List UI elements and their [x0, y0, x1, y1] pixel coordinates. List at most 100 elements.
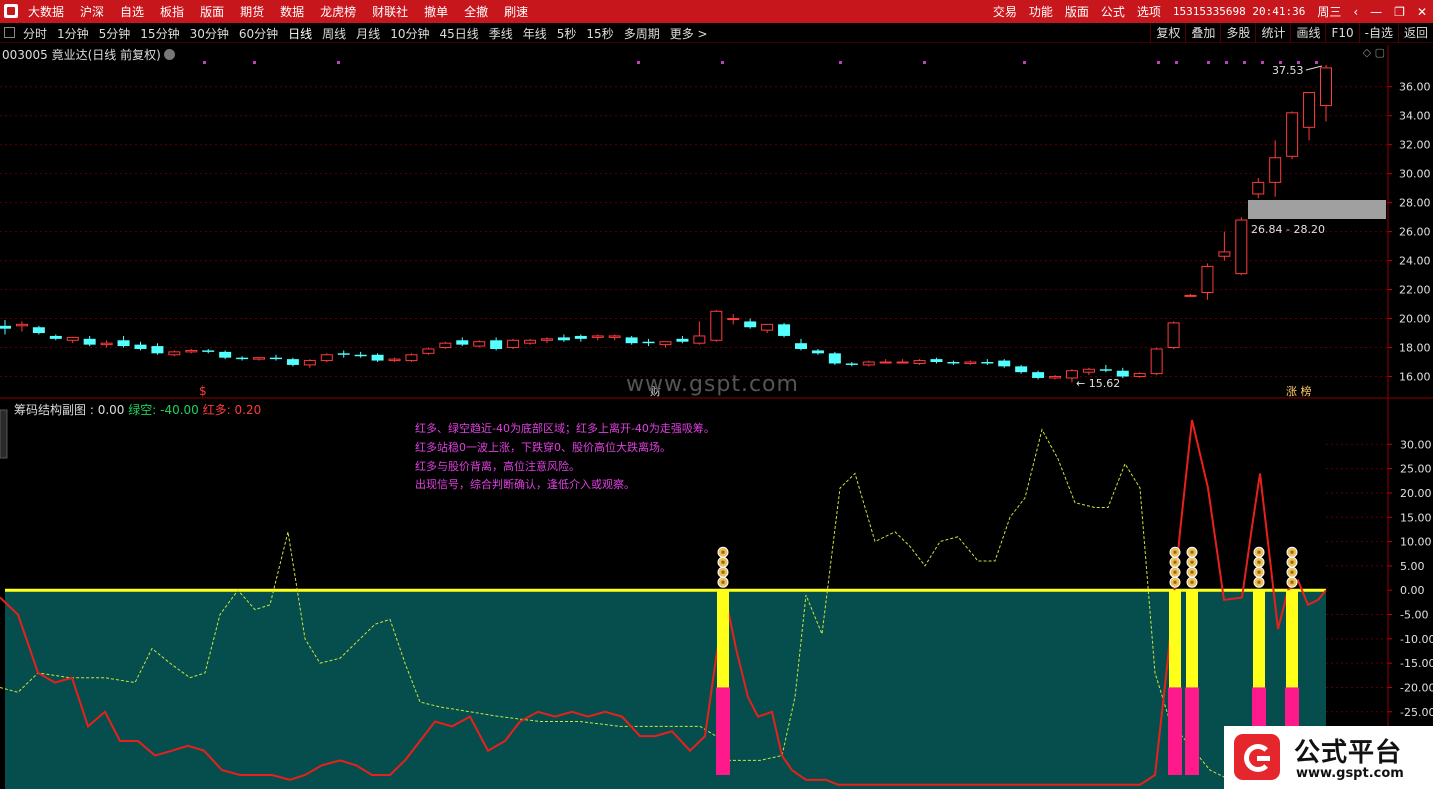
- money-bag-icon: [721, 570, 725, 574]
- money-bag-icon: [1190, 560, 1194, 564]
- candle-body: [83, 338, 96, 345]
- candle-body: [134, 344, 147, 349]
- watermark-text: www.gspt.com: [626, 372, 799, 397]
- candle-body: [998, 360, 1011, 367]
- candle-body: [1133, 373, 1146, 378]
- ind-tick-label: -20.00: [1400, 681, 1433, 694]
- high-price-label: 37.53: [1272, 64, 1304, 77]
- candle-body: [320, 354, 333, 362]
- brand-logo-icon: [1234, 734, 1280, 780]
- signal-bar-magenta: [716, 687, 730, 775]
- ind-tick-label: 30.00: [1400, 438, 1432, 451]
- candle-body: [337, 353, 350, 355]
- candle-body: [219, 351, 232, 358]
- candle-body: [879, 361, 892, 364]
- tag-mark: 涨 榜: [1286, 384, 1312, 398]
- signal-bar-magenta: [1168, 687, 1182, 775]
- candle-body: [1049, 376, 1062, 379]
- ind-tick-label: -5.00: [1400, 609, 1428, 622]
- brand-badge: 公式平台 www.gspt.com: [1224, 726, 1433, 789]
- candle-body: [49, 335, 62, 339]
- signal-bar-magenta: [1185, 687, 1199, 775]
- price-tick-label: 16.00: [1399, 371, 1431, 384]
- candle-body: [202, 350, 215, 352]
- candle-body: [507, 339, 520, 349]
- candle-body: [456, 340, 469, 345]
- candle-body: [1269, 157, 1282, 183]
- money-bag-icon: [1257, 560, 1261, 564]
- brand-url: www.gspt.com: [1296, 766, 1404, 781]
- note-2: 红多站稳0一波上涨，下跌穿0、股价高位大跌离场。: [415, 441, 671, 454]
- candle-body: [778, 324, 791, 336]
- candle-body: [1082, 368, 1095, 373]
- candle-body: [1015, 366, 1028, 373]
- note-1: 红多、绿空趋近-40为底部区域；红多上离开-40为走强吸筹。: [415, 422, 715, 435]
- ind-tick-label: 10.00: [1400, 536, 1432, 549]
- candle-body: [1218, 251, 1231, 257]
- money-bag-icon: [1173, 560, 1177, 564]
- event-mark: [923, 61, 926, 64]
- red-label: 红多: [202, 403, 227, 417]
- money-bag-icon: [1290, 560, 1294, 564]
- event-mark: [253, 61, 256, 64]
- candle-body: [0, 325, 11, 329]
- event-mark: [1225, 61, 1228, 64]
- candle-body: [710, 310, 723, 341]
- money-bag-icon: [1173, 570, 1177, 574]
- candle-body: [761, 323, 774, 331]
- price-tick-label: 18.00: [1399, 342, 1431, 355]
- candle-body: [557, 337, 570, 341]
- candle-body: [794, 343, 807, 349]
- event-mark: [1243, 61, 1246, 64]
- candle-body: [727, 318, 740, 321]
- candle-body: [608, 335, 621, 338]
- candle-body: [405, 354, 418, 362]
- candle-body: [1099, 369, 1112, 371]
- candle-body: [642, 341, 655, 344]
- price-zone-bar: [1248, 200, 1386, 219]
- candle-body: [947, 362, 960, 364]
- candle-body: [693, 335, 706, 344]
- price-tick-label: 28.00: [1399, 197, 1431, 210]
- candle-body: [1320, 67, 1332, 107]
- panel-handle: [0, 409, 8, 459]
- money-bag-icon: [1257, 580, 1261, 584]
- ind-tick-label: 15.00: [1400, 511, 1432, 524]
- candle-body: [490, 340, 503, 349]
- candle-body: [625, 337, 638, 344]
- candle-body: [1201, 265, 1214, 293]
- candle-body: [1286, 112, 1299, 157]
- price-tick-label: 36.00: [1399, 81, 1431, 94]
- candle-body: [828, 353, 841, 364]
- price-tick-label: 34.00: [1399, 110, 1431, 123]
- note-3: 红多与股价背离，高位注意风险。: [415, 460, 580, 473]
- money-bag-icon: [1173, 550, 1177, 554]
- candle-body: [151, 346, 164, 354]
- event-mark: [721, 61, 724, 64]
- ind-tick-label: 5.00: [1400, 560, 1425, 573]
- note-4: 出现信号，综合判断确认，逢低介入或观察。: [415, 478, 635, 491]
- candle-body: [15, 323, 28, 327]
- candle-body: [981, 362, 994, 364]
- indicator-legend: 筹码结构副图 : 0.00 绿空: -40.00 红多: 0.20: [14, 401, 261, 418]
- price-tick-label: 26.00: [1399, 226, 1431, 239]
- candle-body: [32, 327, 45, 334]
- ind-tick-label: 25.00: [1400, 463, 1432, 476]
- candle-body: [1184, 294, 1197, 297]
- candle-body: [1032, 372, 1045, 378]
- money-bag-icon: [1290, 570, 1294, 574]
- money-bag-icon: [1190, 570, 1194, 574]
- price-tick-label: 32.00: [1399, 139, 1431, 152]
- candle-body: [185, 349, 198, 353]
- candle-body: [1167, 322, 1180, 349]
- candle-body: [574, 335, 587, 339]
- candle-body: [676, 338, 689, 342]
- candle-body: [540, 338, 553, 341]
- money-bag-icon: [1257, 550, 1261, 554]
- candle-body: [1303, 92, 1316, 128]
- ind-tick-label: 0.00: [1400, 584, 1425, 597]
- price-tick-label: 22.00: [1399, 284, 1431, 297]
- candle-body: [354, 354, 367, 357]
- event-mark: [1315, 61, 1318, 64]
- money-bag-icon: [1290, 550, 1294, 554]
